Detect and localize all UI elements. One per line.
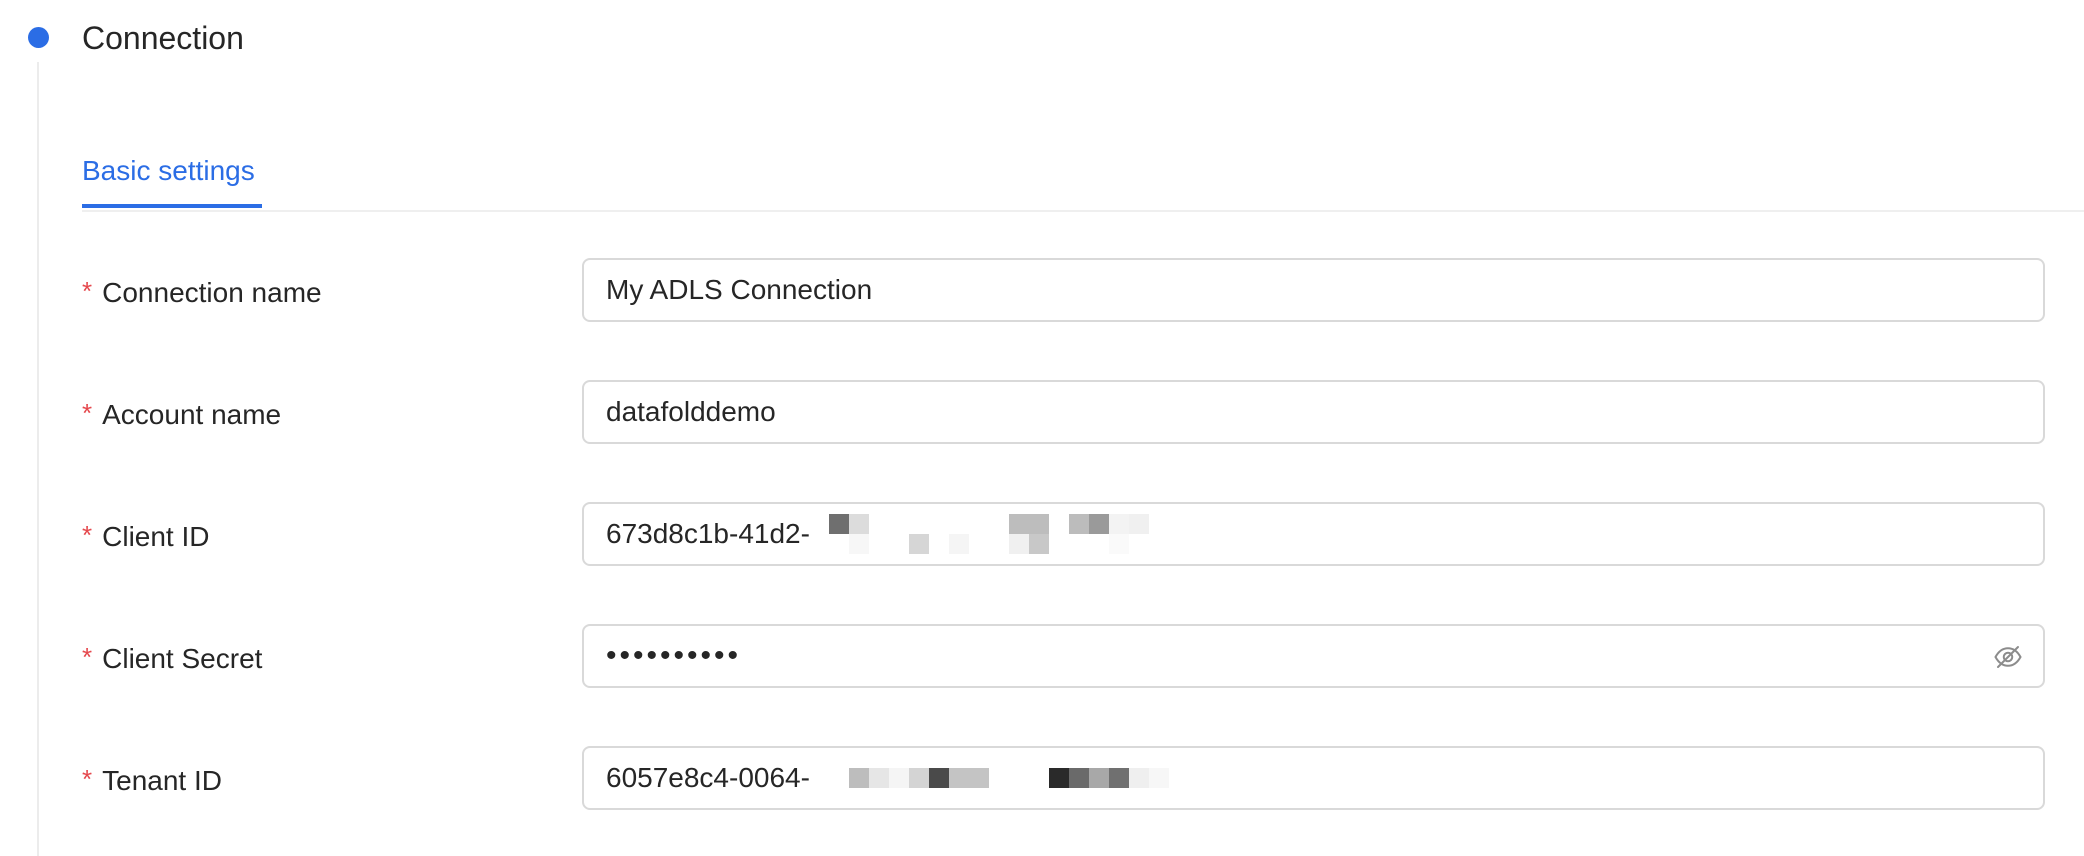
- account-name-field[interactable]: [582, 380, 2045, 444]
- client-secret-label-text: Client Secret: [102, 643, 263, 674]
- required-marker: *: [82, 764, 93, 794]
- active-tab-indicator: [82, 204, 262, 208]
- redacted-pixelation: [849, 758, 1179, 798]
- connection-name-input[interactable]: [606, 260, 1986, 320]
- required-marker: *: [82, 276, 93, 306]
- account-name-label-text: Account name: [102, 399, 282, 430]
- client-id-label: * Client ID: [82, 504, 210, 566]
- client-secret-label: * Client Secret: [82, 626, 262, 688]
- required-marker: *: [82, 520, 93, 550]
- required-marker: *: [82, 642, 93, 672]
- tab-bar: Basic settings: [82, 138, 2084, 212]
- account-name-input[interactable]: [606, 382, 1986, 442]
- client-id-field[interactable]: [582, 502, 2045, 566]
- client-id-label-text: Client ID: [102, 521, 210, 552]
- tenant-id-input[interactable]: [606, 748, 1986, 808]
- redacted-pixelation: [829, 514, 1159, 554]
- connection-name-field[interactable]: [582, 258, 2045, 322]
- client-secret-masked-value[interactable]: ••••••••••: [606, 626, 741, 686]
- account-name-label: * Account name: [82, 382, 281, 444]
- eye-slash-icon[interactable]: [1993, 642, 2023, 672]
- tenant-id-field[interactable]: [582, 746, 2045, 810]
- connection-name-label: * Connection name: [82, 260, 322, 322]
- connection-form-page: Connection Basic settings * Connection na…: [0, 0, 2084, 856]
- tenant-id-label-text: Tenant ID: [102, 765, 222, 796]
- connection-name-label-text: Connection name: [102, 277, 322, 308]
- tenant-id-label: * Tenant ID: [82, 748, 222, 810]
- section-title: Connection: [82, 20, 244, 56]
- required-marker: *: [82, 398, 93, 428]
- client-secret-field[interactable]: ••••••••••: [582, 624, 2045, 688]
- tab-basic-settings[interactable]: Basic settings: [82, 146, 255, 210]
- step-indicator-dot: [28, 27, 49, 48]
- step-connector-line: [37, 62, 39, 856]
- client-id-input[interactable]: [606, 504, 1986, 564]
